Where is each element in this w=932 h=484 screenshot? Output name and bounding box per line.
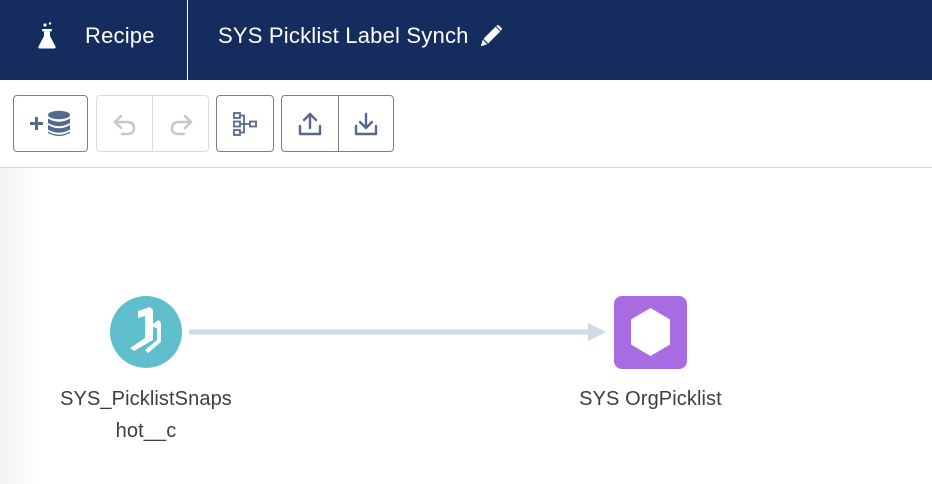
- connection-edge[interactable]: [188, 323, 606, 341]
- app-label: Recipe: [85, 23, 155, 48]
- redo-button[interactable]: [152, 95, 209, 152]
- recipe-title: SYS Picklist Label Synch: [218, 23, 469, 48]
- title-area: SYS Picklist Label Synch: [218, 23, 503, 49]
- source-node-label-line2: hot__c: [115, 420, 177, 442]
- add-input-data-button[interactable]: [13, 95, 88, 152]
- undo-icon: [112, 111, 138, 137]
- flask-icon: [36, 22, 58, 50]
- app-header: Recipe SYS Picklist Label Synch: [0, 0, 932, 80]
- upload-button[interactable]: [281, 95, 339, 152]
- hierarchy-icon: [232, 111, 258, 137]
- target-node-label-line1: SYS OrgPicklist: [579, 388, 722, 410]
- graph-layout-button[interactable]: [216, 95, 274, 152]
- upload-icon: [297, 111, 323, 137]
- source-node-label-line1: SYS_PicklistSnaps: [60, 388, 232, 410]
- app-tab[interactable]: Recipe: [0, 0, 188, 80]
- source-node-label: SYS_PicklistSnaps hot__c: [36, 383, 256, 447]
- source-node[interactable]: [110, 296, 182, 368]
- target-node-label: SYS OrgPicklist: [540, 383, 761, 415]
- toolbar: [0, 80, 932, 168]
- undo-button[interactable]: [96, 95, 153, 152]
- download-icon: [353, 111, 379, 137]
- pencil-icon[interactable]: [479, 24, 503, 48]
- target-node[interactable]: [614, 296, 687, 369]
- plus-database-icon: [28, 109, 74, 139]
- redo-icon: [168, 111, 194, 137]
- download-button[interactable]: [338, 95, 394, 152]
- recipe-canvas[interactable]: SYS_PicklistSnaps hot__c SYS OrgPicklist: [0, 168, 932, 484]
